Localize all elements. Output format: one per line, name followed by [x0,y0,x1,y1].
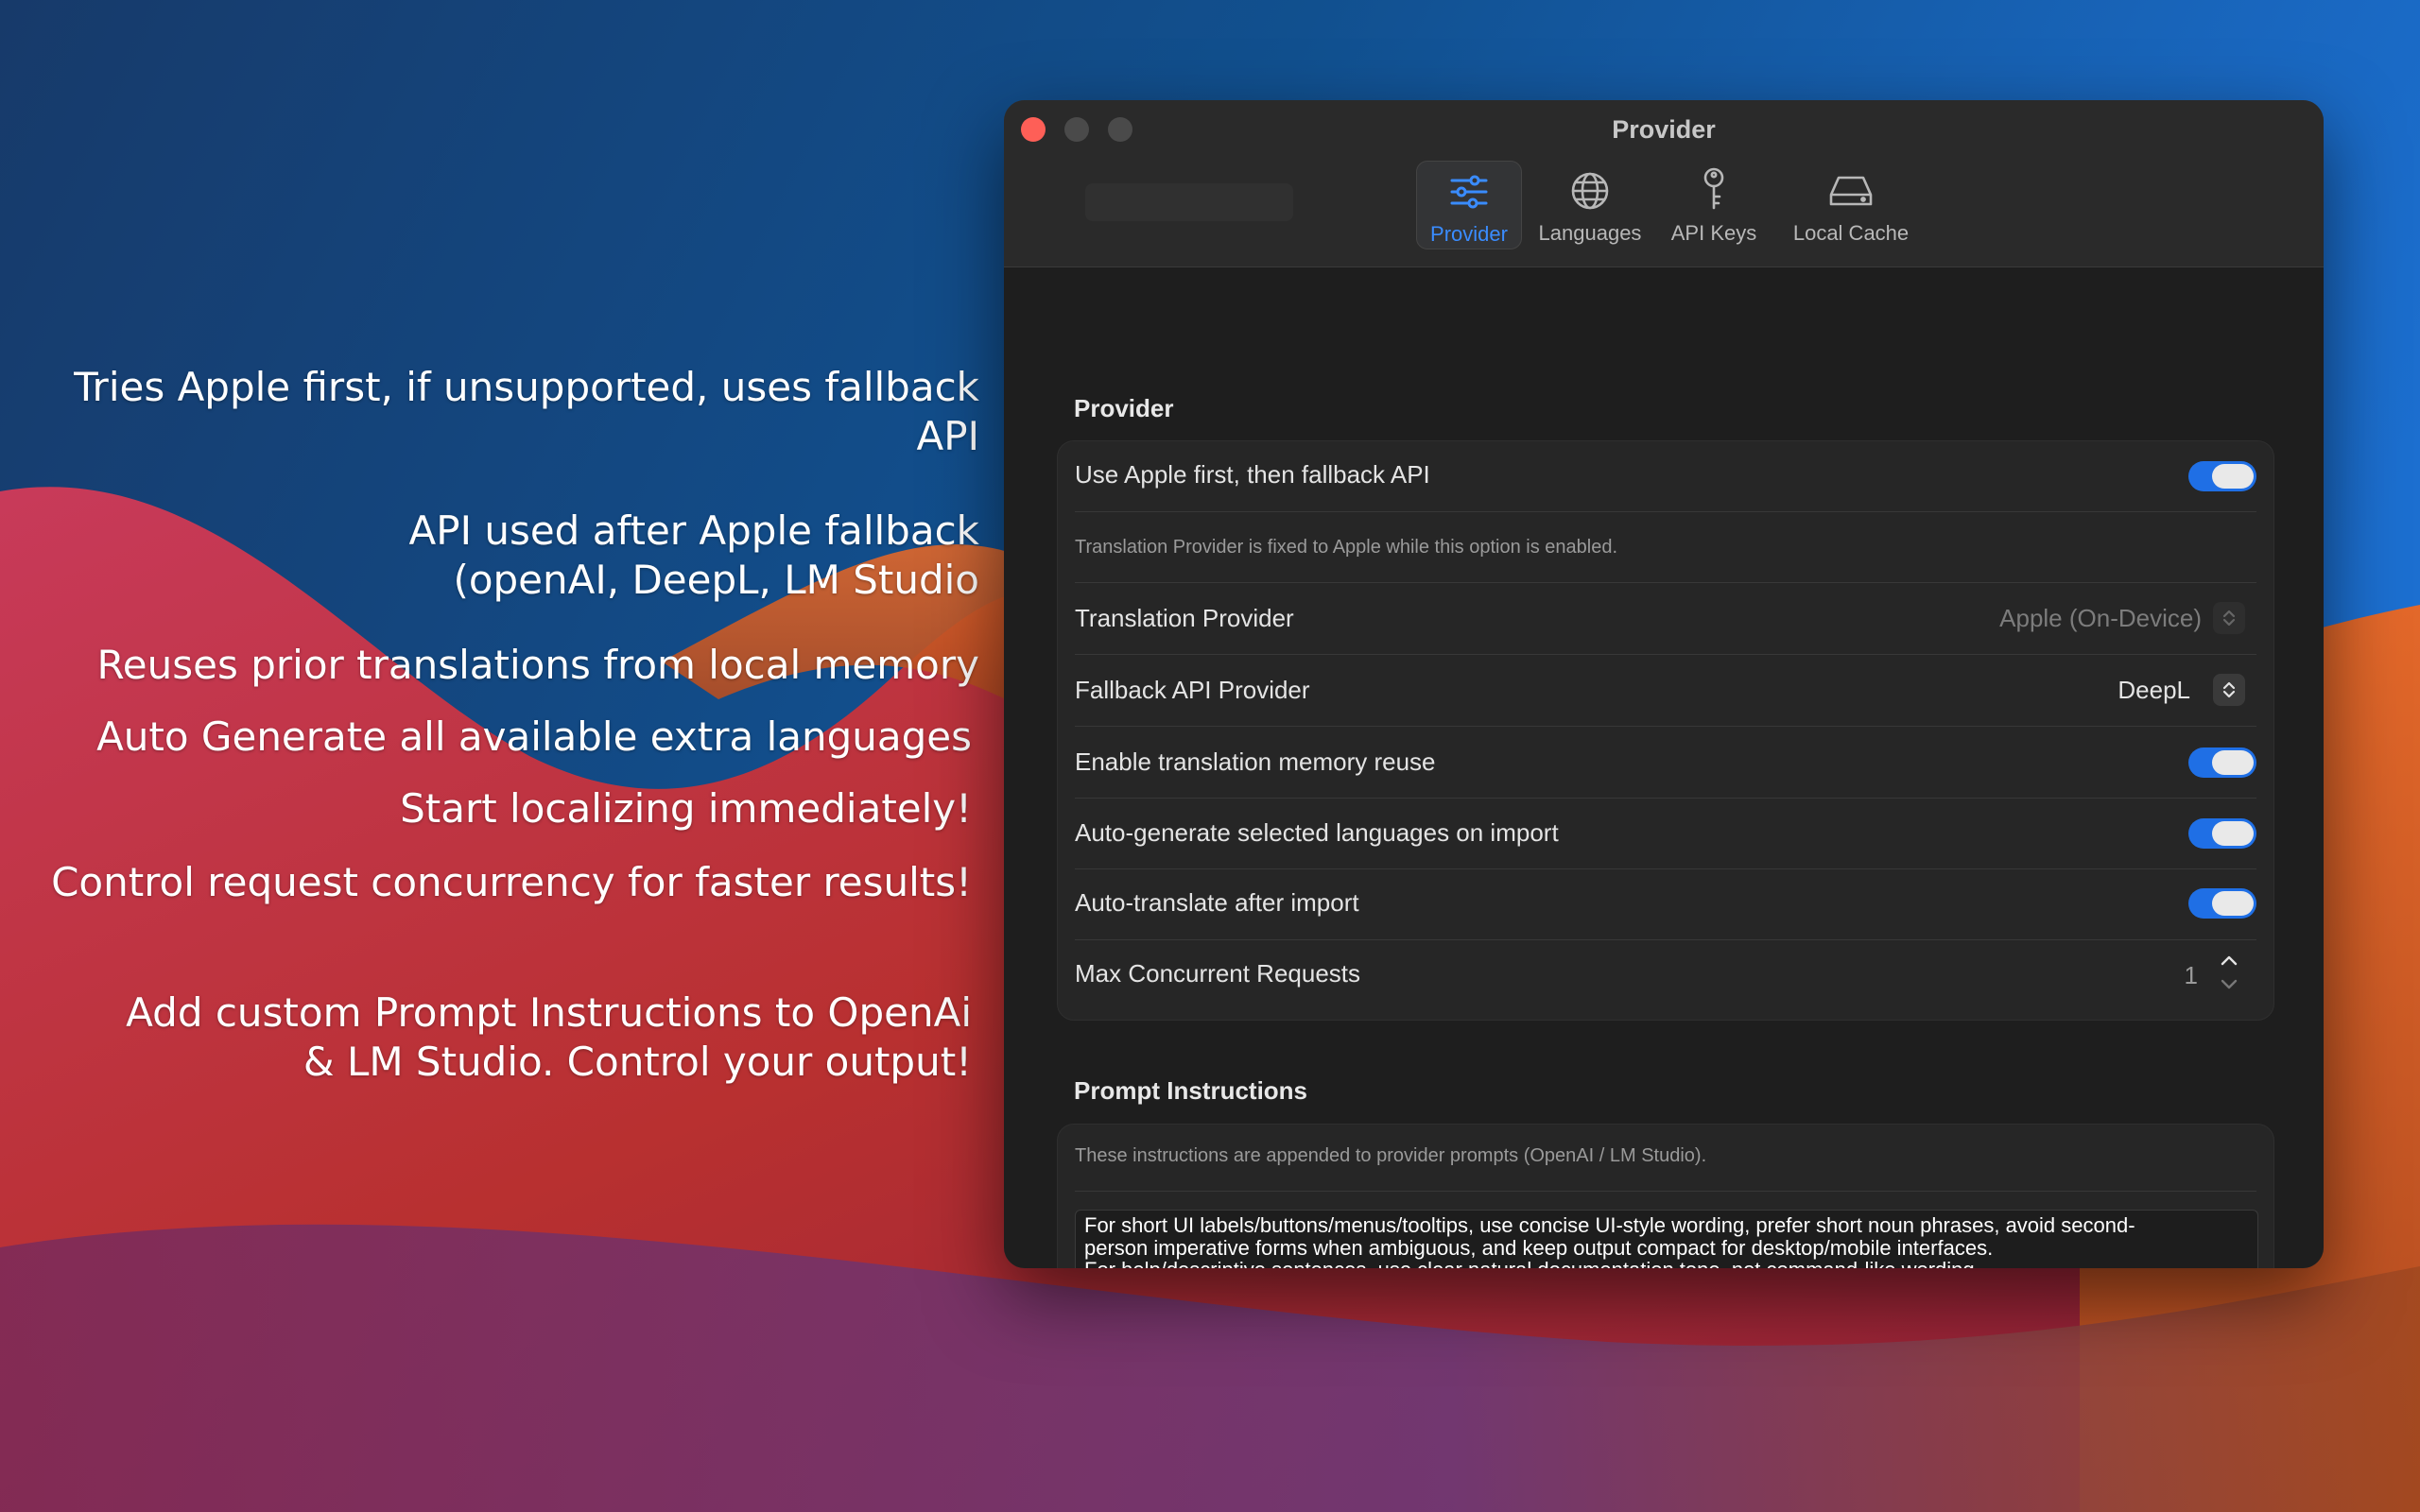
callout-fallback-api: API used after Apple fallback (openAI, D… [408,507,979,603]
tab-provider-label: Provider [1430,222,1508,246]
tab-local-cache[interactable]: Local Cache [1777,161,1925,248]
max-concurrent-value: 1 [2184,961,2198,989]
row-auto-generate: Auto-generate selected languages on impo… [1075,799,2256,869]
row-fallback-provider: Fallback API Provider DeepL [1075,655,2256,727]
row-apple-note: Translation Provider is fixed to Apple w… [1075,512,2256,583]
provider-section-title: Provider [1074,394,1174,422]
sliders-icon [1450,175,1488,209]
translation-provider-label: Translation Provider [1075,604,1294,632]
row-memory-reuse: Enable translation memory reuse [1075,727,2256,799]
row-max-concurrent: Max Concurrent Requests 1 [1075,940,2256,1018]
prompt-note: These instructions are appended to provi… [1075,1145,1707,1166]
tab-api-keys[interactable]: API Keys [1662,161,1766,248]
tab-languages-label: Languages [1538,221,1642,245]
row-use-apple-first: Use Apple first, then fallback API [1075,441,2256,512]
fallback-provider-label: Fallback API Provider [1075,676,1310,704]
apple-note: Translation Provider is fixed to Apple w… [1075,537,1618,558]
stepper-down-icon[interactable] [2220,978,2238,991]
callout-memory: Reuses prior translations from local mem… [96,642,979,688]
prompt-section-title: Prompt Instructions [1074,1076,1308,1105]
callout-fallback: Tries Apple first, if unsupported, uses … [74,364,979,459]
provider-card: Use Apple first, then fallback API Trans… [1057,440,2274,1021]
prompt-divider [1075,1191,2256,1192]
prompt-instructions-editor[interactable]: For short UI labels/buttons/menus/toolti… [1075,1210,2258,1268]
toolbar-placeholder [1085,183,1293,221]
auto-translate-toggle[interactable] [2188,888,2256,919]
memory-reuse-label: Enable translation memory reuse [1075,747,1436,776]
drive-icon [1829,176,1873,206]
use-apple-first-toggle[interactable] [2188,461,2256,491]
updown-chevron-icon [2222,681,2236,698]
translation-provider-value: Apple (On-Device) [1999,604,2202,632]
auto-generate-toggle[interactable] [2188,818,2256,849]
memory-reuse-toggle[interactable] [2188,747,2256,778]
tab-provider[interactable]: Provider [1416,161,1522,249]
row-translation-provider: Translation Provider Apple (On-Device) [1075,583,2256,655]
row-auto-translate: Auto-translate after import [1075,869,2256,940]
fallback-provider-value: DeepL [2118,676,2190,704]
callout-concurrency: Control request concurrency for faster r… [51,859,972,905]
tab-languages[interactable]: Languages [1531,161,1649,248]
use-apple-first-label: Use Apple first, then fallback API [1075,460,1430,489]
prompt-card: These instructions are appended to provi… [1057,1124,2274,1268]
globe-icon [1571,172,1609,210]
auto-translate-label: Auto-translate after import [1075,888,1359,917]
callout-prompt: Add custom Prompt Instructions to OpenAi… [126,989,972,1085]
stepper-up-icon[interactable] [2220,954,2238,967]
window-title: Provider [1612,115,1716,144]
translation-provider-popup[interactable] [2213,602,2245,634]
settings-window: Provider Provider Languages API Keys Loc… [1004,100,2324,1268]
settings-content: Provider Use Apple first, then fallback … [1004,267,2324,1268]
max-concurrent-label: Max Concurrent Requests [1075,959,1361,988]
updown-chevron-icon [2222,610,2236,627]
tab-api-keys-label: API Keys [1670,221,1757,245]
tab-local-cache-label: Local Cache [1792,221,1910,245]
key-icon [1703,167,1724,210]
prompt-instructions-text: For short UI labels/buttons/menus/toolti… [1084,1213,2135,1268]
title-bar: Provider Provider Languages API Keys Loc… [1004,100,2324,267]
fallback-provider-popup[interactable] [2213,674,2245,706]
auto-generate-label: Auto-generate selected languages on impo… [1075,818,1559,847]
callout-localize: Start localizing immediately! [400,785,972,832]
callout-auto-generate: Auto Generate all available extra langua… [96,713,972,760]
max-concurrent-stepper[interactable] [2213,952,2245,997]
